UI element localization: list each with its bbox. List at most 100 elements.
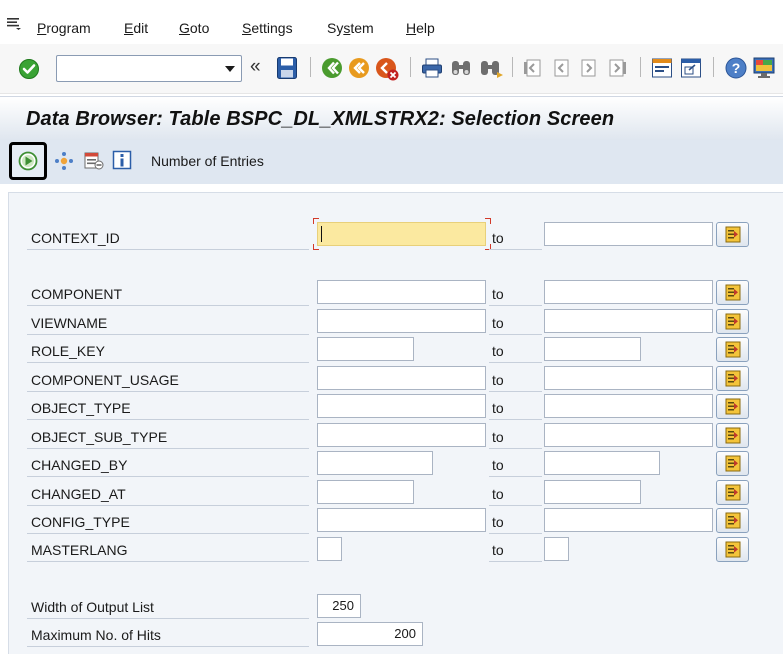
shortcut-icon[interactable] [680, 57, 702, 79]
changed-at-high-input[interactable] [544, 480, 641, 504]
info-icon[interactable] [112, 150, 132, 170]
changed-by-low-input[interactable] [317, 451, 433, 475]
command-field-input[interactable] [57, 56, 217, 81]
find-icon[interactable] [450, 58, 472, 78]
divider [27, 476, 309, 477]
print-icon[interactable] [421, 58, 443, 78]
divider [489, 305, 542, 306]
multiple-selection-icon [725, 427, 741, 444]
menu-settings[interactable]: Settings [242, 20, 293, 36]
field-label-config-type: CONFIG_TYPE [31, 514, 130, 530]
field-label-viewname: VIEWNAME [31, 315, 108, 331]
divider [489, 448, 542, 449]
object-type-multiple-selection-button[interactable] [716, 394, 749, 419]
width-of-output-list-input[interactable]: 250 [317, 594, 361, 618]
viewname-high-input[interactable] [544, 309, 713, 333]
maximum-no-of-hits-input[interactable]: 200 [317, 622, 423, 646]
menu-system[interactable]: System [327, 20, 374, 36]
to-label: to [492, 372, 504, 388]
context-id-high-input[interactable] [544, 222, 713, 246]
role-key-low-input[interactable] [317, 337, 414, 361]
changed-by-high-input[interactable] [544, 451, 660, 475]
to-label: to [492, 400, 504, 416]
divider [27, 618, 309, 619]
svg-text:?: ? [732, 60, 741, 76]
divider [489, 505, 542, 506]
field-label-object-sub-type: OBJECT_SUB_TYPE [31, 429, 168, 445]
create-session-icon[interactable] [651, 57, 673, 79]
config-type-multiple-selection-button[interactable] [716, 508, 749, 533]
back-icon[interactable] [321, 57, 343, 79]
chevron-down-icon[interactable] [225, 66, 235, 72]
role-key-multiple-selection-button[interactable] [716, 337, 749, 362]
field-label-context-id: CONTEXT_ID [31, 230, 120, 246]
menu-icon[interactable] [7, 18, 21, 30]
next-page-icon[interactable] [578, 58, 600, 78]
menu-goto[interactable]: Goto [179, 20, 209, 36]
viewname-multiple-selection-button[interactable] [716, 309, 749, 334]
context-id-multiple-selection-button[interactable] [716, 222, 749, 247]
to-label: to [492, 343, 504, 359]
component-multiple-selection-button[interactable] [716, 280, 749, 305]
selection-table-icon[interactable] [83, 151, 105, 171]
multiple-selection-icon [725, 341, 741, 358]
multiple-selection-icon [725, 484, 741, 501]
object-sub-type-low-input[interactable] [317, 423, 486, 447]
command-field[interactable] [56, 55, 242, 82]
changed-at-low-input[interactable] [317, 480, 414, 504]
find-next-icon[interactable] [479, 58, 503, 78]
object-type-low-input[interactable] [317, 394, 486, 418]
to-label: to [492, 230, 504, 246]
multiple-selection-icon [725, 455, 741, 472]
divider [27, 305, 309, 306]
masterlang-high-input[interactable] [544, 537, 569, 561]
selection-options-icon[interactable] [53, 151, 75, 171]
cancel-icon[interactable] [375, 57, 399, 81]
divider [489, 561, 542, 562]
title-bar: Data Browser: Table BSPC_DL_XMLSTRX2: Se… [0, 96, 783, 140]
menu-program[interactable]: Program [37, 20, 91, 36]
viewname-low-input[interactable] [317, 309, 486, 333]
component-high-input[interactable] [544, 280, 713, 304]
divider [27, 646, 309, 647]
divider [27, 561, 309, 562]
context-id-low-input[interactable] [317, 222, 486, 246]
help-icon[interactable]: ? [725, 57, 747, 79]
field-label-changed-by: CHANGED_BY [31, 457, 128, 473]
role-key-high-input[interactable] [544, 337, 641, 361]
multiple-selection-icon [725, 313, 741, 330]
to-label: to [492, 514, 504, 530]
execute-icon [18, 151, 38, 171]
object-sub-type-multiple-selection-button[interactable] [716, 423, 749, 448]
divider [489, 419, 542, 420]
object-sub-type-high-input[interactable] [544, 423, 713, 447]
execute-button[interactable] [9, 142, 47, 180]
exit-icon[interactable] [348, 57, 370, 79]
to-label: to [492, 486, 504, 502]
to-label: to [492, 542, 504, 558]
number-of-entries-button[interactable]: Number of Entries [151, 153, 264, 169]
menu-help[interactable]: Help [406, 20, 435, 36]
config-type-low-input[interactable] [317, 508, 486, 532]
save-icon[interactable] [276, 56, 298, 80]
component-usage-multiple-selection-button[interactable] [716, 366, 749, 391]
to-label: to [492, 286, 504, 302]
masterlang-low-input[interactable] [317, 537, 342, 561]
history-collapse-icon[interactable]: « [250, 57, 261, 76]
changed-by-multiple-selection-button[interactable] [716, 451, 749, 476]
component-low-input[interactable] [317, 280, 486, 304]
multiple-selection-icon [725, 541, 741, 558]
masterlang-multiple-selection-button[interactable] [716, 537, 749, 562]
enter-icon[interactable] [18, 58, 40, 80]
first-page-icon[interactable] [522, 58, 544, 78]
previous-page-icon[interactable] [550, 58, 572, 78]
config-type-high-input[interactable] [544, 508, 713, 532]
page-title: Data Browser: Table BSPC_DL_XMLSTRX2: Se… [26, 108, 615, 130]
last-page-icon[interactable] [606, 58, 628, 78]
object-type-high-input[interactable] [544, 394, 713, 418]
menu-edit[interactable]: Edit [124, 20, 148, 36]
component-usage-low-input[interactable] [317, 366, 486, 390]
layout-icon[interactable] [752, 56, 776, 80]
changed-at-multiple-selection-button[interactable] [716, 480, 749, 505]
component-usage-high-input[interactable] [544, 366, 713, 390]
